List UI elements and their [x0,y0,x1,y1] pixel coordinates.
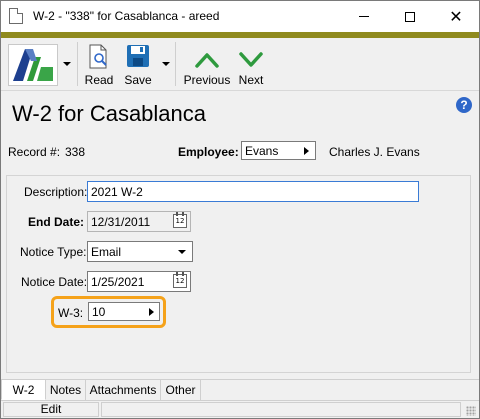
arrow-right-icon [304,147,309,155]
notice-type-label: Notice Type: [20,245,87,259]
end-date-label: End Date: [28,215,85,229]
window-title: W-2 - "338" for Casablanca - areed [33,9,220,23]
app-logo-button[interactable] [8,44,58,86]
title-bar: W-2 - "338" for Casablanca - areed ✕ [1,1,479,32]
employee-label: Employee: [178,145,239,159]
chevron-down-icon [178,250,186,254]
page-title: W-2 for Casablanca [12,101,207,126]
minimize-button[interactable] [341,1,387,32]
next-label: Next [238,73,264,87]
save-icon [127,45,149,67]
notice-date-field[interactable]: 1/25/2021 12 [87,271,191,292]
maximize-button[interactable] [387,1,433,32]
employee-code: Evans [245,144,279,158]
status-bar: Edit [1,400,479,418]
help-icon[interactable]: ? [456,97,472,113]
status-panel [101,402,461,417]
tab-attachments[interactable]: Attachments [86,380,161,400]
resize-grip[interactable] [466,406,476,416]
previous-button[interactable]: Previous [184,42,230,88]
description-value: 2021 W-2 [91,185,143,199]
w3-value: 10 [92,305,106,319]
w3-lookup[interactable]: 10 [88,302,160,321]
record-number: 338 [65,145,86,159]
toolbar: Read Save Previous Next [1,38,479,91]
app-window: W-2 - "338" for Casablanca - areed ✕ Rea [0,0,480,419]
chevron-up-icon [195,53,219,68]
chevron-down-icon [239,52,263,67]
document-icon [9,8,23,24]
minimize-icon [359,16,369,17]
calendar-icon[interactable]: 12 [173,212,187,228]
notice-type-select[interactable]: Email [87,241,193,262]
tab-other[interactable]: Other [161,380,201,400]
close-button[interactable]: ✕ [433,1,479,32]
calendar-icon[interactable]: 12 [173,272,187,288]
read-button[interactable]: Read [83,42,115,88]
arrow-right-icon [149,308,154,316]
employee-name: Charles J. Evans [329,145,420,159]
close-icon: ✕ [449,6,463,26]
read-label: Read [84,73,114,87]
end-date-field[interactable]: 12/31/2011 12 [87,211,191,232]
notice-date-label: Notice Date: [21,275,88,289]
details-panel [6,175,471,373]
next-button[interactable]: Next [235,42,267,88]
previous-label: Previous [183,73,231,87]
toolbar-separator [77,42,78,86]
notice-date-value: 1/25/2021 [91,275,145,289]
toolbar-separator [175,42,176,86]
tab-notes[interactable]: Notes [46,380,86,400]
read-icon [89,44,107,69]
w3-label: W-3: [58,306,84,320]
notice-type-value: Email [91,245,122,259]
save-label: Save [124,73,152,87]
description-field[interactable]: 2021 W-2 [87,181,419,202]
save-dropdown-icon[interactable] [162,62,170,66]
maximize-icon [405,11,415,22]
end-date-value: 12/31/2011 [91,215,151,229]
main-content: W-2 for Casablanca ? Record #: 338 Emplo… [1,91,479,379]
tab-bar: W-2 Notes Attachments Other [1,379,479,400]
description-label: Description: [24,185,88,199]
status-mode: Edit [3,402,99,417]
employee-lookup[interactable]: Evans [241,141,316,160]
tab-w2[interactable]: W-2 [1,380,46,400]
logo-dropdown-icon[interactable] [63,62,71,66]
app-logo-icon [13,49,53,81]
save-button[interactable]: Save [121,42,155,88]
record-label: Record #: [8,145,61,159]
